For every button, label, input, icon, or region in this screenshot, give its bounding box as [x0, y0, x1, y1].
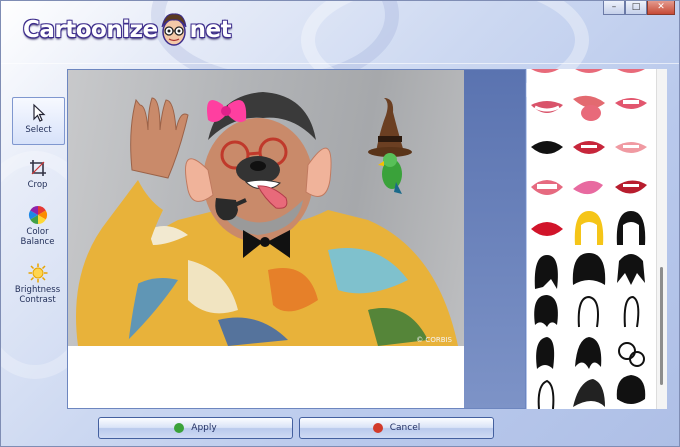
cancel-button-label: Cancel — [389, 423, 421, 433]
sticker-lips-crimson[interactable] — [615, 180, 647, 194]
sticker-hair-messy[interactable] — [575, 337, 602, 369]
tool-brightness-label-1: Brightness — [14, 285, 61, 295]
maximize-button[interactable]: □ — [625, 1, 647, 15]
tool-brightness-label-2: Contrast — [19, 295, 56, 305]
logo-text-left: Cartoonize — [23, 17, 158, 43]
editing-canvas[interactable]: © CORBIS — [67, 69, 526, 409]
crop-icon — [29, 160, 46, 176]
tool-crop[interactable]: Crop — [12, 158, 63, 194]
window-controls: – □ ✕ — [603, 1, 675, 15]
gallery-scrollbar[interactable] — [656, 69, 667, 409]
tool-crop-label: Crop — [27, 180, 48, 190]
sticker-lips-pink[interactable] — [615, 142, 647, 153]
cursor-arrow-icon — [32, 103, 46, 122]
sticker-hair-short[interactable] — [534, 255, 558, 289]
sticker-lips-black[interactable] — [531, 141, 563, 154]
sticker-hair-strands[interactable] — [537, 379, 555, 409]
sticker-hair-afro[interactable] — [616, 375, 646, 404]
sticker-gallery-thumbnails — [531, 69, 647, 409]
tool-color-balance[interactable]: Color Balance — [12, 205, 63, 253]
sticker-hair-flowing[interactable] — [573, 379, 605, 407]
sticker-hair-black-bangs[interactable] — [616, 211, 646, 245]
cartoonized-photo-illustration — [76, 92, 458, 346]
sticker-hair-thin[interactable] — [623, 295, 640, 328]
sticker-lips-smile[interactable] — [531, 101, 563, 113]
header-divider — [1, 63, 679, 64]
sticker-gallery[interactable] — [527, 69, 665, 409]
color-wheel-icon — [28, 206, 47, 224]
close-button[interactable]: ✕ — [647, 1, 675, 15]
photo-watermark: © CORBIS — [416, 336, 452, 344]
apply-button[interactable]: Apply — [98, 417, 293, 439]
sticker-hair-curly[interactable] — [618, 342, 645, 367]
gallery-scrollbar-thumb[interactable] — [660, 267, 663, 385]
sticker-hair-side[interactable] — [536, 337, 555, 369]
sticker-lips-pout[interactable] — [573, 180, 603, 195]
sun-icon — [28, 263, 47, 283]
logo-text-right: net — [189, 17, 232, 43]
tool-color-balance-label-1: Color — [26, 227, 49, 237]
checkmark-icon — [174, 423, 185, 433]
tool-brightness-contrast[interactable]: Brightness Contrast — [12, 263, 63, 311]
tool-select[interactable]: Select — [12, 97, 65, 145]
sticker-hair-bob[interactable] — [572, 253, 606, 285]
edited-photo[interactable]: © CORBIS — [68, 70, 464, 346]
sticker-lips-glossy[interactable] — [531, 222, 563, 236]
sticker-hair-blonde-bangs[interactable] — [574, 211, 604, 245]
minimize-button[interactable]: – — [603, 1, 625, 15]
apply-button-label: Apply — [191, 423, 217, 433]
sticker-hair-spiky[interactable] — [617, 254, 645, 285]
cancel-icon — [372, 423, 383, 433]
sticker-lips-open[interactable] — [531, 180, 563, 195]
app-window: – □ ✕ Cartoonize net Select Crop Color B… — [0, 0, 680, 447]
cancel-button[interactable]: Cancel — [299, 417, 494, 439]
sticker-hair-long-wavy[interactable] — [534, 295, 558, 327]
app-logo: Cartoonize net — [23, 11, 232, 49]
tool-select-label: Select — [25, 125, 52, 135]
sticker-lips-tongue[interactable] — [573, 95, 605, 121]
logo-mascot-icon — [159, 11, 189, 49]
sticker-lips-teeth[interactable] — [615, 98, 647, 109]
tool-color-balance-label-2: Balance — [20, 237, 55, 247]
canvas-empty-area-right — [464, 70, 525, 408]
sticker-lips-red[interactable] — [573, 141, 605, 154]
sticker-hair-sketch[interactable] — [577, 295, 599, 328]
canvas-empty-area-bottom — [68, 346, 464, 408]
